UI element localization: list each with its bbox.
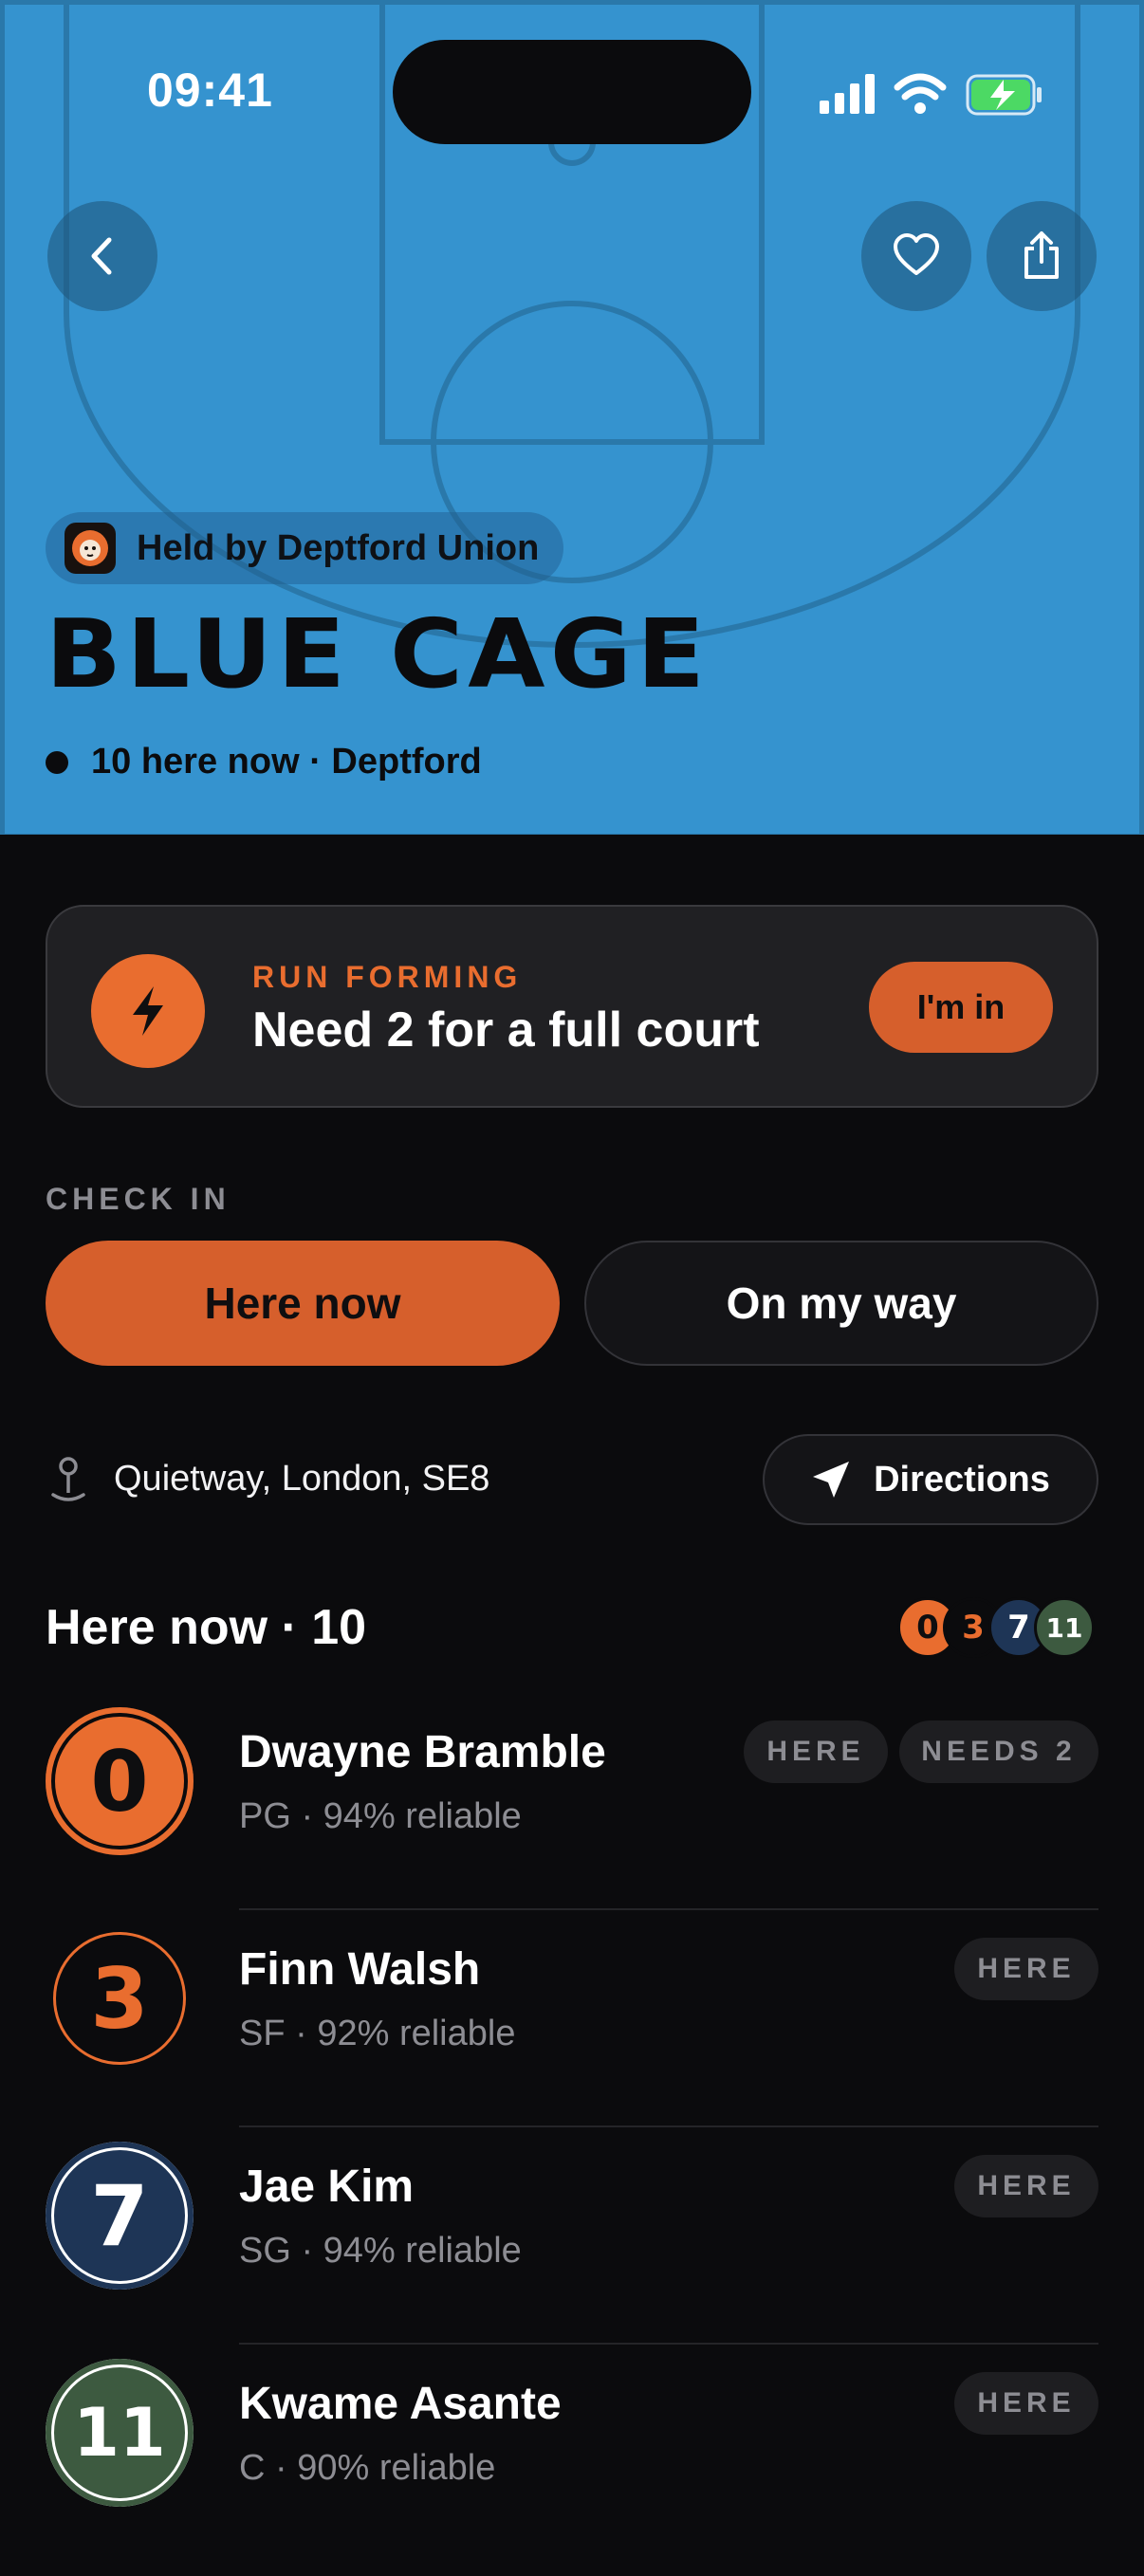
signal-icon	[820, 101, 829, 114]
bolt-badge	[91, 954, 205, 1068]
held-by-badge[interactable]: Held by Deptford Union	[46, 512, 564, 584]
divider	[239, 1908, 1098, 1910]
wifi-icon	[894, 73, 947, 101]
list-item[interactable]: 3 Finn Walsh SF · 92% reliable HERE	[0, 1924, 1144, 2142]
divider	[239, 2125, 1098, 2127]
back-button[interactable]	[47, 201, 157, 311]
address-text: Quietway, London, SE8	[114, 1459, 490, 1499]
status-badge: HERE	[954, 1938, 1098, 2000]
divider	[239, 2343, 1098, 2345]
jersey-avatar: 3	[53, 1932, 186, 2065]
run-title: Need 2 for a full court	[252, 1003, 760, 1058]
held-by-label: Held by Deptford Union	[137, 527, 540, 568]
list-item[interactable]: 11 Kwame Asante C · 90% reliable HERE	[0, 2359, 1144, 2576]
dynamic-island	[393, 40, 751, 144]
player-meta: SF · 92% reliable	[239, 2014, 516, 2053]
lion-crest-icon	[72, 530, 108, 566]
run-eyebrow: RUN FORMING	[252, 960, 523, 994]
share-button[interactable]	[987, 201, 1097, 311]
player-name: Finn Walsh	[239, 1944, 481, 1995]
club-logo	[65, 523, 116, 574]
chevron-left-icon	[91, 237, 112, 275]
im-in-button[interactable]: I'm in	[869, 962, 1053, 1053]
live-dot-icon	[46, 750, 68, 774]
here-now-title: Here now · 10	[46, 1600, 367, 1655]
status-badge: HERE	[954, 2372, 1098, 2435]
player-meta: C · 90% reliable	[239, 2448, 496, 2488]
player-meta: SG · 94% reliable	[239, 2231, 522, 2271]
avatar-stack[interactable]: 0 3 7 11	[897, 1597, 1098, 1658]
map-pin-icon	[51, 1457, 85, 1501]
status-time: 09:41	[147, 64, 273, 117]
directions-button[interactable]: Directions	[763, 1434, 1098, 1525]
venue-subtitle-row: 10 here now · Deptford	[46, 742, 482, 782]
venue-subtitle: 10 here now · Deptford	[91, 742, 482, 782]
jersey-avatar: 7	[46, 2142, 194, 2290]
player-name: Dwayne Bramble	[239, 1727, 606, 1777]
jersey-avatar: 0	[46, 1707, 194, 1855]
status-badge: HERE	[744, 1720, 888, 1783]
favorite-button[interactable]	[861, 201, 971, 311]
list-item[interactable]: 7 Jae Kim SG · 94% reliable HERE	[0, 2142, 1144, 2359]
directions-label: Directions	[874, 1459, 1050, 1500]
location-row: Quietway, London, SE8 Directions	[46, 1434, 1098, 1525]
player-name: Kwame Asante	[239, 2379, 562, 2429]
status-badge: HERE	[954, 2155, 1098, 2217]
run-forming-card: RUN FORMING Need 2 for a full court I'm …	[46, 905, 1098, 1108]
status-icons	[820, 73, 1042, 116]
navigation-arrow-icon	[813, 1462, 850, 1498]
avatar: 11	[1034, 1597, 1095, 1658]
bolt-icon	[133, 986, 163, 1036]
check-in-label: CHECK IN	[46, 1182, 231, 1216]
jersey-avatar: 11	[46, 2359, 194, 2507]
share-icon	[1024, 231, 1059, 279]
court-hero: 09:41 Held by Deptford Union BLUE CAGE 1…	[0, 0, 1144, 835]
here-now-button[interactable]: Here now	[46, 1241, 560, 1366]
heart-icon	[894, 233, 939, 275]
on-my-way-button[interactable]: On my way	[584, 1241, 1098, 1366]
battery-charging-icon	[966, 74, 1042, 116]
list-item[interactable]: 0 Dwayne Bramble PG · 94% reliable HERE …	[0, 1707, 1144, 1924]
status-badge: NEEDS 2	[899, 1720, 1098, 1783]
player-name: Jae Kim	[239, 2162, 415, 2212]
venue-title: BLUE CAGE	[46, 598, 710, 709]
player-meta: PG · 94% reliable	[239, 1796, 522, 1836]
